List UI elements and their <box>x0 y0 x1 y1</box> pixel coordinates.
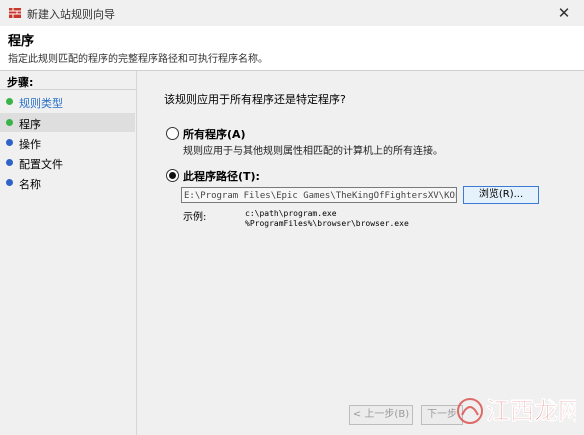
all-programs-description: 规则应用于与其他规则属性相匹配的计算机上的所有连接。 <box>183 146 443 157</box>
page-subtitle: 指定此规则匹配的程序的完整程序路径和可执行程序名称。 <box>8 54 268 65</box>
browse-button[interactable]: 浏览(R)... <box>463 186 539 204</box>
step-current-icon <box>6 119 13 126</box>
back-button[interactable]: < 上一步(B) <box>349 405 413 425</box>
close-button[interactable]: ✕ <box>544 0 584 26</box>
step-pending-icon <box>6 159 13 166</box>
step-pending-icon <box>6 139 13 146</box>
wizard-header: 程序 指定此规则匹配的程序的完整程序路径和可执行程序名称。 <box>0 26 584 71</box>
step-pending-icon <box>6 179 13 186</box>
program-path-input[interactable]: E:\Program Files\Epic Games\TheKingOfFig… <box>181 187 457 203</box>
main-panel: 该规则应用于所有程序还是特定程序? 所有程序(A) 规则应用于与其他规则属性相匹… <box>137 71 584 435</box>
step-rule-type[interactable]: 规则类型 <box>0 92 135 111</box>
step-label: 配置文件 <box>19 158 63 171</box>
question-text: 该规则应用于所有程序还是特定程序? <box>164 93 346 106</box>
step-label: 名称 <box>19 178 41 191</box>
step-action: 操作 <box>0 133 135 152</box>
steps-title: 步骤: <box>7 76 34 89</box>
divider <box>0 89 136 90</box>
example-line: c:\path\program.exe <box>245 209 337 218</box>
steps-sidebar: 步骤: 规则类型 程序 操作 配置文件 名称 <box>0 71 137 435</box>
svg-text:江西龙网: 江西龙网 <box>486 397 576 425</box>
step-program[interactable]: 程序 <box>0 113 135 132</box>
watermark-logo: 江西龙网 <box>457 397 576 425</box>
step-done-icon <box>6 98 13 105</box>
all-programs-label[interactable]: 所有程序(A) <box>183 126 246 142</box>
window-title: 新建入站规则向导 <box>27 8 115 21</box>
firewall-app-icon <box>9 8 21 18</box>
radio-all-programs[interactable] <box>166 127 179 140</box>
program-path-label[interactable]: 此程序路径(T): <box>183 168 260 184</box>
step-label: 操作 <box>19 138 41 151</box>
example-label: 示例: <box>183 212 207 223</box>
page-title: 程序 <box>8 34 35 49</box>
step-label: 规则类型 <box>19 97 63 110</box>
step-name: 名称 <box>0 173 135 192</box>
example-line: %ProgramFiles%\browser\browser.exe <box>245 219 409 228</box>
step-label: 程序 <box>19 118 41 131</box>
title-bar: 新建入站规则向导 ✕ <box>0 0 584 27</box>
radio-this-program-path[interactable] <box>166 169 179 182</box>
step-profile: 配置文件 <box>0 153 135 172</box>
